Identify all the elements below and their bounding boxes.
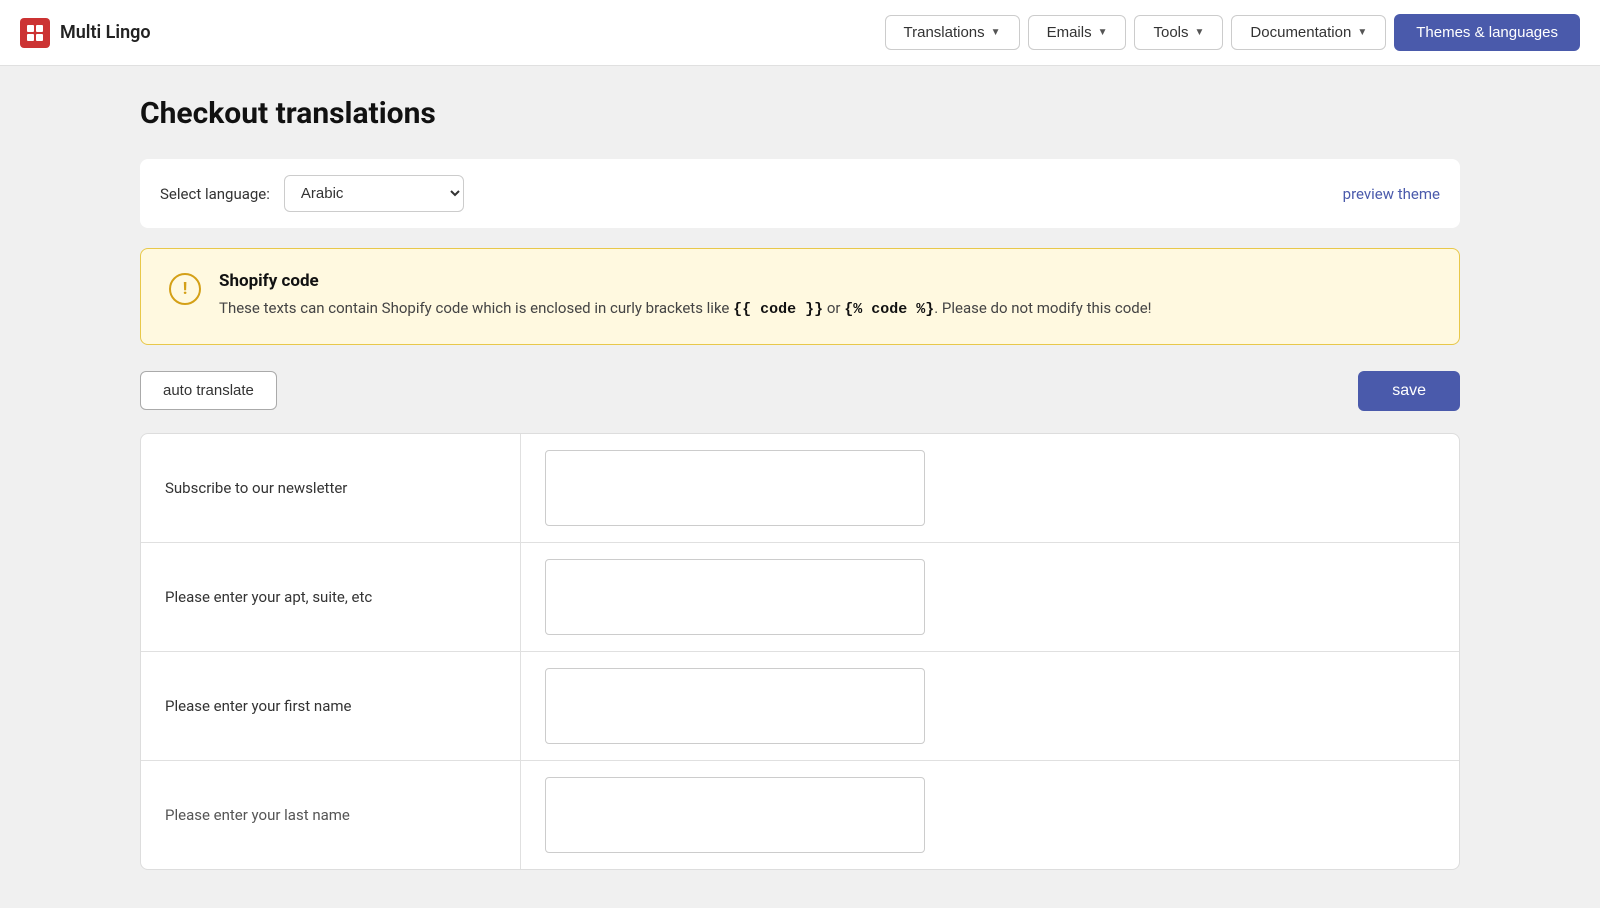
tools-nav-label: Tools: [1153, 24, 1188, 41]
themes-languages-label: Themes & languages: [1416, 24, 1558, 41]
shopify-code-warning: ! Shopify code These texts can contain S…: [140, 248, 1460, 345]
language-select[interactable]: Arabic French Spanish German Italian Jap…: [284, 175, 464, 212]
tools-chevron-icon: ▼: [1195, 27, 1205, 38]
translation-label-lastname: Please enter your last name: [141, 761, 521, 869]
header: Multi Lingo Translations ▼ Emails ▼ Tool…: [0, 0, 1600, 66]
action-row: auto translate save: [140, 371, 1460, 411]
emails-nav-label: Emails: [1047, 24, 1092, 41]
warning-icon: !: [169, 273, 201, 305]
logo-area: Multi Lingo: [20, 18, 885, 48]
page-title: Checkout translations: [140, 96, 1460, 131]
warning-body: These texts can contain Shopify code whi…: [219, 297, 1152, 322]
documentation-chevron-icon: ▼: [1357, 27, 1367, 38]
nav-bar: Translations ▼ Emails ▼ Tools ▼ Document…: [885, 14, 1581, 51]
documentation-nav-label: Documentation: [1250, 24, 1351, 41]
warning-content: Shopify code These texts can contain Sho…: [219, 271, 1152, 322]
translation-input-area-firstname: [521, 652, 1459, 760]
themes-languages-button[interactable]: Themes & languages: [1394, 14, 1580, 51]
translation-input-area-lastname: [521, 761, 1459, 869]
table-row: Please enter your apt, suite, etc: [141, 543, 1459, 652]
language-selector-row: Select language: Arabic French Spanish G…: [140, 159, 1460, 228]
save-button[interactable]: save: [1358, 371, 1460, 411]
warning-title: Shopify code: [219, 271, 1152, 291]
translation-label-newsletter: Subscribe to our newsletter: [141, 434, 521, 542]
auto-translate-button[interactable]: auto translate: [140, 371, 277, 410]
translations-chevron-icon: ▼: [991, 27, 1001, 38]
main-content: Checkout translations Select language: A…: [0, 66, 1600, 908]
table-row: Please enter your first name: [141, 652, 1459, 761]
translation-label-firstname: Please enter your first name: [141, 652, 521, 760]
language-label-group: Select language: Arabic French Spanish G…: [160, 175, 464, 212]
tools-nav-button[interactable]: Tools ▼: [1134, 15, 1223, 50]
language-select-label: Select language:: [160, 185, 270, 203]
translation-label-apt: Please enter your apt, suite, etc: [141, 543, 521, 651]
translation-textarea-lastname[interactable]: [545, 777, 925, 853]
translations-nav-label: Translations: [904, 24, 985, 41]
logo-text: Multi Lingo: [60, 22, 151, 43]
translation-textarea-newsletter[interactable]: [545, 450, 925, 526]
logo-icon: [20, 18, 50, 48]
translation-input-area-newsletter: [521, 434, 1459, 542]
table-row: Please enter your last name: [141, 761, 1459, 869]
translation-textarea-firstname[interactable]: [545, 668, 925, 744]
documentation-nav-button[interactable]: Documentation ▼: [1231, 15, 1386, 50]
translations-nav-button[interactable]: Translations ▼: [885, 15, 1020, 50]
code-example-1: {{ code }}: [733, 301, 823, 318]
emails-chevron-icon: ▼: [1098, 27, 1108, 38]
preview-theme-link[interactable]: preview theme: [1343, 185, 1440, 203]
translation-textarea-apt[interactable]: [545, 559, 925, 635]
emails-nav-button[interactable]: Emails ▼: [1028, 15, 1127, 50]
code-example-2: {% code %}: [844, 301, 934, 318]
table-row: Subscribe to our newsletter: [141, 434, 1459, 543]
translation-table: Subscribe to our newsletter Please enter…: [140, 433, 1460, 870]
translation-input-area-apt: [521, 543, 1459, 651]
